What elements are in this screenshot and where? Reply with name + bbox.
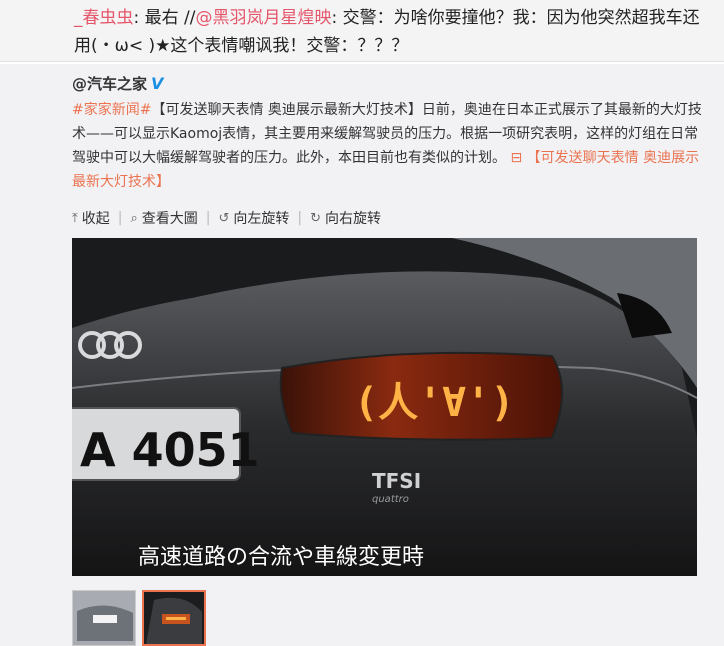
- author-name[interactable]: @汽车之家: [72, 75, 147, 93]
- toolbar-divider: |: [205, 210, 211, 226]
- rotate-right-label: 向右旋转: [325, 211, 381, 227]
- view-large-label: 查看大圖: [141, 211, 198, 227]
- collapse-icon: ⤒: [72, 210, 78, 226]
- post-photo[interactable]: A 4051 TFSI quattro (人'∀') 高速道路の合流や車線変更時: [72, 238, 697, 576]
- mentioned-username[interactable]: @黑羽岚月星煌映: [196, 8, 332, 28]
- comment-text-1: : 最右 //: [133, 8, 196, 28]
- tfsi-badge: TFSI: [372, 469, 421, 493]
- rotate-left-icon: ↺: [218, 210, 230, 226]
- rotate-right-button[interactable]: ↻ 向右旋转: [310, 208, 381, 228]
- original-author: @汽车之家 V: [72, 74, 163, 94]
- thumbnail-2-selected[interactable]: [142, 590, 206, 646]
- led-emoticon: (人'∀'): [354, 380, 514, 426]
- image-toolbar: ⤒ 收起 | ⌕ 查看大圖 | ↺ 向左旋转 | ↻ 向右旋转: [72, 208, 381, 228]
- collapse-button[interactable]: ⤒ 收起: [72, 208, 110, 228]
- magnifier-icon: ⌕: [130, 210, 138, 226]
- hashtag-link[interactable]: #家家新闻#: [72, 102, 151, 118]
- commenter-username[interactable]: _春虫虫: [74, 8, 134, 28]
- original-post: @汽车之家 V #家家新闻#【可发送聊天表情 奥迪展示最新大灯技术】日前，奥迪在日…: [0, 64, 724, 646]
- repost-comment: _春虫虫: 最右 //@黑羽岚月星煌映: 交警：为啥你要撞他？我：因为他突然超我…: [0, 0, 724, 62]
- thumbnail-1[interactable]: [72, 590, 136, 646]
- thumbnail-image: [73, 591, 135, 645]
- quattro-badge: quattro: [372, 494, 409, 505]
- rotate-left-button[interactable]: ↺ 向左旋转: [218, 208, 289, 228]
- car-rear-illustration: A 4051 TFSI quattro (人'∀') 高速道路の合流や車線変更時: [72, 238, 697, 576]
- link-icon: ⊟: [510, 150, 523, 166]
- collapse-label: 收起: [81, 211, 110, 227]
- view-large-button[interactable]: ⌕ 查看大圖: [130, 208, 197, 228]
- toolbar-divider: |: [297, 210, 303, 226]
- verified-icon: V: [151, 74, 164, 93]
- plate-number: A 4051: [80, 423, 260, 477]
- photo-caption: 高速道路の合流や車線変更時: [138, 545, 424, 570]
- rotate-right-icon: ↻: [310, 210, 321, 226]
- toolbar-divider: |: [117, 210, 123, 226]
- thumbnail-image: [144, 592, 204, 644]
- post-body: #家家新闻#【可发送聊天表情 奥迪展示最新大灯技术】日前，奥迪在日本正式展示了其…: [72, 98, 704, 194]
- rotate-left-label: 向左旋转: [233, 211, 290, 227]
